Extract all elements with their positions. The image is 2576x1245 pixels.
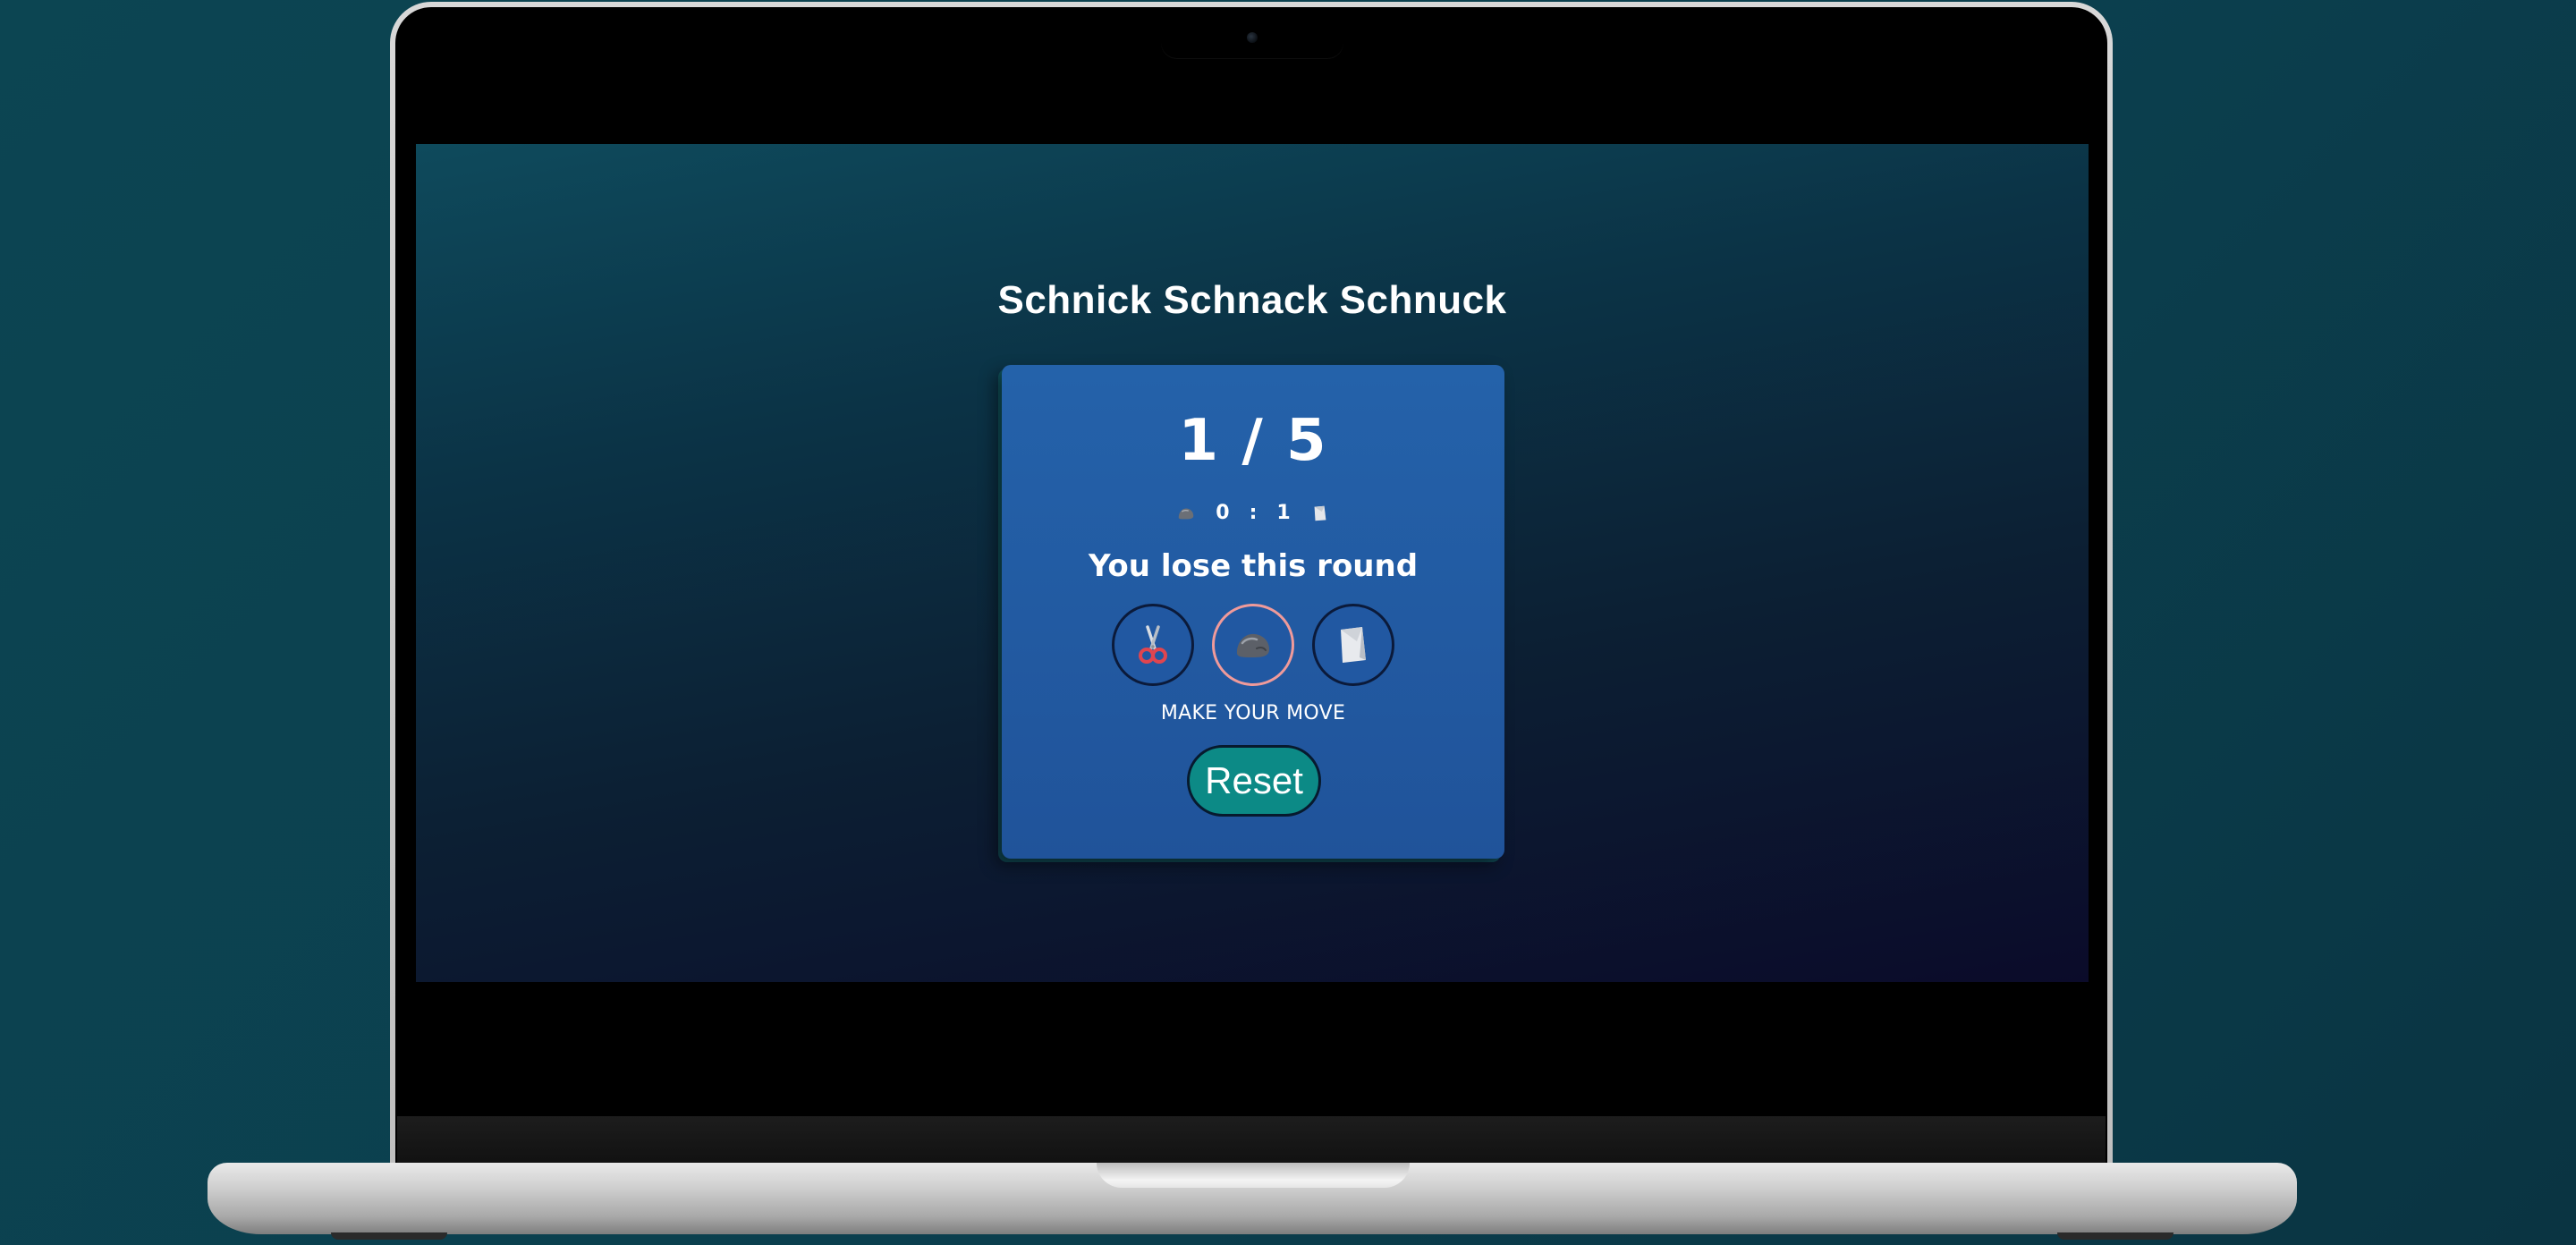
game-card: 1 / 5 0 : 1 You lose this round MAKE YOU… [1002,365,1504,859]
paper-choice-button[interactable] [1312,604,1394,686]
round-result-message: You lose this round [1088,548,1419,584]
move-choices [1002,604,1504,686]
round-counter: 1 / 5 [1178,408,1328,474]
laptop-opening-groove [1097,1163,1410,1188]
player-score: 0 [1216,502,1230,524]
reset-button[interactable]: Reset [1187,745,1321,817]
rock-choice-button[interactable] [1212,604,1294,686]
screen-chin [397,1116,2106,1165]
scissors-choice-button[interactable] [1112,604,1194,686]
page-title: Schnick Schnack Schnuck [997,278,1507,322]
laptop-foot-right [2057,1232,2174,1240]
paper-icon [1310,504,1330,523]
scoreboard: 0 : 1 [1002,502,1504,524]
rock-icon [1176,504,1196,523]
camera-icon [1247,32,1258,43]
app-screen: Schnick Schnack Schnuck 1 / 5 0 : 1 You … [416,144,2089,982]
laptop-foot-left [331,1232,447,1240]
scissors-icon [1139,625,1167,664]
opponent-score: 1 [1276,502,1291,524]
paper-icon [1341,627,1366,663]
score-separator: : [1249,502,1258,524]
move-prompt: MAKE YOUR MOVE [1160,702,1346,724]
rock-icon [1236,633,1269,657]
